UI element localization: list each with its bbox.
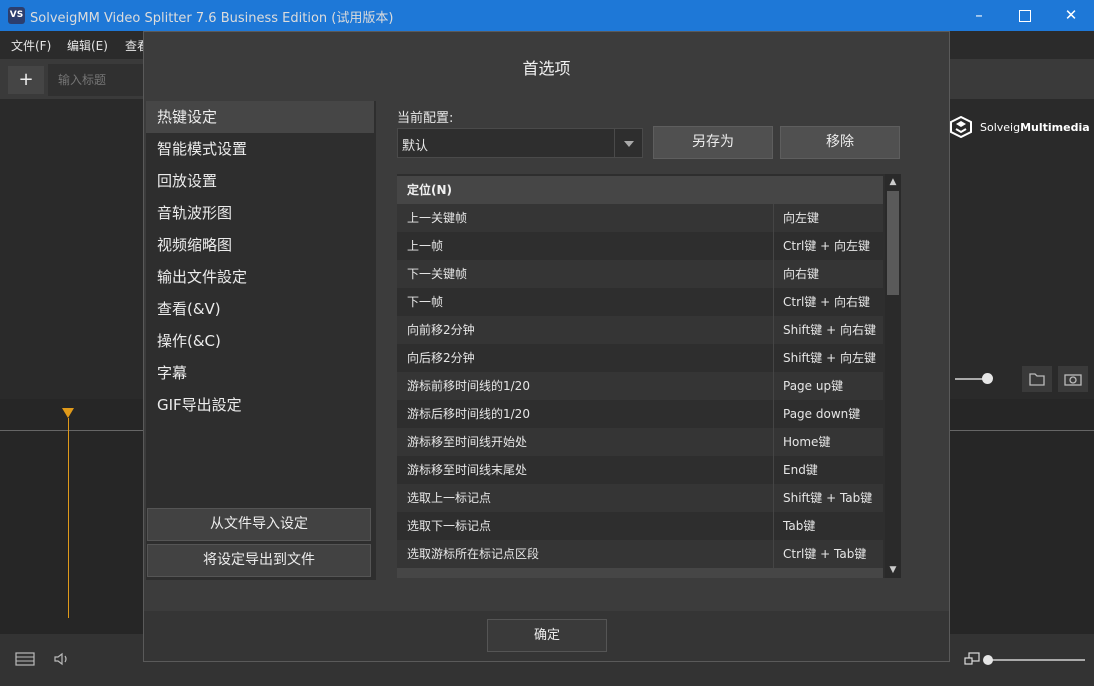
hotkey-key[interactable]: Shift键 + 向右键 (783, 316, 876, 344)
scrollbar-thumb[interactable] (887, 191, 899, 295)
table-row[interactable]: 选取上一标记点 Shift键 + Tab键 (397, 484, 883, 512)
hotkey-action: 选取游标所在标记点区段 (407, 547, 540, 561)
brand-logo-bold: Multimedia (1020, 121, 1090, 134)
hotkey-action: 下一帧 (407, 295, 444, 309)
category-hotkeys[interactable]: 热键设定 (146, 101, 374, 133)
hotkey-action: 游标移至时间线末尾处 (407, 463, 528, 477)
minimize-icon[interactable]: – (956, 0, 1002, 31)
table-row[interactable]: 游标前移时间线的1/20 Page up键 (397, 372, 883, 400)
remove-button[interactable]: 移除 (780, 126, 900, 159)
scroll-down-icon[interactable]: ▼ (885, 562, 901, 578)
table-row[interactable]: 上一帧 Ctrl键 + 向左键 (397, 232, 883, 260)
zoom-slider-track[interactable] (990, 659, 1085, 661)
brand-logo: SolveigMultimedia (980, 121, 1090, 134)
profile-select-value: 默认 (402, 139, 429, 154)
app-icon: VS (8, 7, 25, 24)
close-icon[interactable]: ✕ (1048, 0, 1094, 31)
menu-edit[interactable]: 编辑(E) (67, 37, 108, 54)
hotkey-group-header-partial (397, 568, 883, 578)
import-settings-button[interactable]: 从文件导入设定 (147, 508, 371, 541)
table-row[interactable]: 游标移至时间线开始处 Home键 (397, 428, 883, 456)
category-subtitles[interactable]: 字幕 (146, 357, 374, 389)
playhead-line (68, 418, 69, 618)
add-tab-button[interactable]: + (8, 66, 44, 94)
category-smart-mode[interactable]: 智能模式设置 (146, 133, 374, 165)
hotkey-key[interactable]: Home键 (783, 428, 830, 456)
profile-select[interactable] (397, 128, 643, 158)
title-input[interactable] (48, 64, 144, 96)
filmstrip-icon[interactable] (14, 650, 36, 668)
table-row[interactable]: 游标移至时间线末尾处 End键 (397, 456, 883, 484)
hotkey-key[interactable]: End键 (783, 456, 818, 484)
hotkey-action: 选取下一标记点 (407, 519, 492, 533)
chevron-down-icon (624, 141, 634, 147)
hotkey-key[interactable]: Page up键 (783, 372, 843, 400)
category-output-file[interactable]: 输出文件設定 (146, 261, 374, 293)
hotkey-key[interactable]: 向左键 (783, 204, 819, 232)
hotkey-key[interactable]: Ctrl键 + Tab键 (783, 540, 866, 568)
export-settings-button[interactable]: 将设定导出到文件 (147, 544, 371, 577)
table-row[interactable]: 下一关键帧 向右键 (397, 260, 883, 288)
table-row[interactable]: 上一关键帧 向左键 (397, 204, 883, 232)
hotkey-action: 选取上一标记点 (407, 491, 492, 505)
hotkey-key[interactable]: 向右键 (783, 260, 819, 288)
speaker-icon[interactable] (52, 650, 72, 668)
table-row[interactable]: 向前移2分钟 Shift键 + 向右键 (397, 316, 883, 344)
table-row[interactable]: 向后移2分钟 Shift键 + 向左键 (397, 344, 883, 372)
hotkey-key[interactable]: Tab键 (783, 512, 815, 540)
category-thumbnails[interactable]: 视频缩略图 (146, 229, 374, 261)
brand-logo-light: Solveig (980, 121, 1021, 134)
table-row[interactable]: 游标后移时间线的1/20 Page down键 (397, 400, 883, 428)
hotkey-action: 上一帧 (407, 239, 444, 253)
hotkey-action: 游标前移时间线的1/20 (407, 379, 530, 393)
solveig-logo-icon (950, 116, 972, 138)
hotkey-action: 向后移2分钟 (407, 351, 475, 365)
window-title: SolveigMM Video Splitter 7.6 Business Ed… (30, 11, 394, 26)
save-as-button[interactable]: 另存为 (653, 126, 773, 159)
maximize-icon[interactable] (1002, 0, 1048, 31)
category-view[interactable]: 查看(&V) (146, 293, 374, 325)
scroll-up-icon[interactable]: ▲ (885, 174, 901, 190)
volume-slider-knob[interactable] (982, 373, 993, 384)
snapshot-camera-icon[interactable] (1058, 366, 1088, 392)
hotkey-key[interactable]: Ctrl键 + 向左键 (783, 232, 870, 260)
zoom-icon (963, 651, 981, 667)
group-label: 定位(N) (407, 183, 453, 197)
hotkey-action: 游标后移时间线的1/20 (407, 407, 530, 421)
category-operation[interactable]: 操作(&C) (146, 325, 374, 357)
category-playback[interactable]: 回放设置 (146, 165, 374, 197)
timeline-ruler-right (950, 430, 1094, 431)
zoom-slider-knob[interactable] (983, 655, 993, 665)
profile-label: 当前配置: (397, 111, 454, 126)
hotkey-key[interactable]: Shift键 + Tab键 (783, 484, 872, 512)
dialog-title: 首选项 (522, 59, 571, 78)
category-waveform[interactable]: 音轨波形图 (146, 197, 374, 229)
hotkey-key[interactable]: Shift键 + 向左键 (783, 344, 876, 372)
open-folder-icon[interactable] (1022, 366, 1052, 392)
table-row[interactable]: 选取下一标记点 Tab键 (397, 512, 883, 540)
ok-button[interactable]: 确定 (487, 619, 607, 652)
playhead-marker[interactable] (62, 408, 74, 418)
hotkey-action: 下一关键帧 (407, 267, 468, 281)
category-gif-export[interactable]: GIF导出設定 (146, 389, 374, 421)
table-row[interactable]: 选取游标所在标记点区段 Ctrl键 + Tab键 (397, 540, 883, 568)
hotkey-key[interactable]: Page down键 (783, 400, 860, 428)
menu-file[interactable]: 文件(F) (11, 37, 51, 54)
timeline-ruler-left (0, 430, 145, 431)
hotkey-action: 上一关键帧 (407, 211, 468, 225)
hotkey-key[interactable]: Ctrl键 + 向右键 (783, 288, 870, 316)
table-row[interactable]: 下一帧 Ctrl键 + 向右键 (397, 288, 883, 316)
hotkey-group-header[interactable]: 定位(N) (397, 176, 883, 204)
hotkey-action: 向前移2分钟 (407, 323, 475, 337)
hotkey-action: 游标移至时间线开始处 (407, 435, 528, 449)
